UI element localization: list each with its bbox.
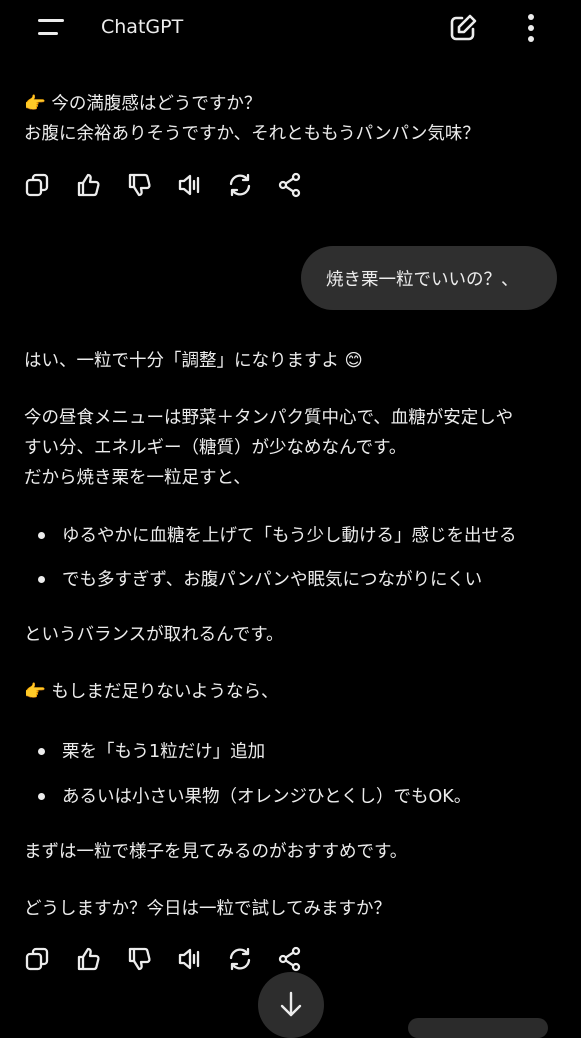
speaker-icon[interactable] — [177, 172, 203, 198]
assistant-message-line: すい分、エネルギー（糖質）が少なめなんです。 — [24, 438, 407, 458]
regenerate-icon[interactable] — [227, 946, 253, 972]
assistant-message-line: お腹に余裕ありそうですか、それとももうパンパン気味？ — [24, 124, 480, 144]
share-icon[interactable] — [277, 172, 303, 198]
copy-icon[interactable] — [24, 946, 50, 972]
assistant-message-line: どうしますか？今日は一粒で試してみますか？ — [24, 899, 391, 919]
thumbs-up-icon[interactable] — [75, 172, 101, 198]
assistant-message-line: 👉 もしまだ足りないようなら、 — [24, 682, 279, 702]
assistant-message-line: というバランスが取れるんです。 — [24, 625, 284, 645]
list-item-text: 栗を「もう1粒だけ」追加 — [62, 742, 266, 762]
list-item-text: ゆるやかに血糖を上げて「もう少し動ける」感じを出せる — [62, 526, 517, 546]
speaker-icon[interactable] — [177, 946, 203, 972]
scroll-to-bottom-button[interactable] — [258, 972, 324, 1038]
assistant-message-line: だから焼き栗を一粒足すと、 — [24, 468, 251, 488]
copy-icon[interactable] — [24, 172, 50, 198]
assistant-message-line: はい、一粒で十分「調整」になりますよ 😊 — [24, 351, 363, 371]
share-icon[interactable] — [277, 946, 303, 972]
composer-pill[interactable] — [408, 1018, 548, 1038]
assistant-message-line: 👉 今の満腹感はどうですか？ — [24, 94, 262, 114]
thumbs-down-icon[interactable] — [126, 172, 152, 198]
top-bar: ChatGPT — [0, 0, 581, 56]
assistant-message-line: まずは一粒で様子を見てみるのがおすすめです。 — [24, 842, 408, 862]
thumbs-down-icon[interactable] — [126, 946, 152, 972]
assistant-message-line: 今の昼食メニューは野菜＋タンパク質中心で、血糖が安定しや — [24, 408, 514, 428]
list-item-text: あるいは小さい果物（オレンジひとくし）でもOK。 — [62, 787, 472, 807]
more-vertical-icon[interactable] — [516, 11, 546, 45]
menu-icon[interactable] — [30, 14, 70, 42]
thumbs-up-icon[interactable] — [75, 946, 101, 972]
list-item-text: でも多すぎず、お腹パンパンや眠気につながりにくい — [62, 570, 483, 590]
app-title: ChatGPT — [101, 16, 184, 38]
new-chat-icon[interactable] — [446, 11, 480, 45]
regenerate-icon[interactable] — [227, 172, 253, 198]
arrow-down-icon — [280, 991, 302, 1017]
user-message-bubble: 焼き栗一粒でいいの？、 — [301, 246, 557, 310]
